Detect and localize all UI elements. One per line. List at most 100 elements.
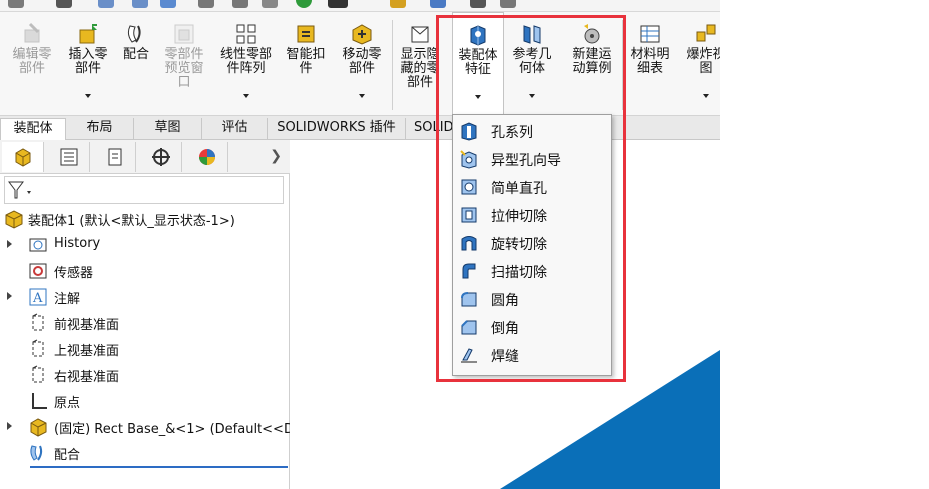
tree-item-annotations[interactable]: A 注解 [0,284,290,310]
panel-more-arrow[interactable]: ❯ [270,148,282,164]
menu-item-swept-cut[interactable]: 扫描切除 [453,257,611,285]
component-preview-icon [172,22,196,46]
exploded-view-button[interactable]: 爆炸视 图 [680,12,720,116]
ribbon-separator [622,20,623,110]
tree-item-mates[interactable]: 配合 [0,440,290,466]
reference-geometry-button[interactable]: 参考几 何体 [506,12,558,116]
feature-manager-panel: ❯ 装配体1 (默认<默认_显示状态-1>) History 传感器 A 注解 … [0,140,290,489]
chevron-down-icon[interactable] [529,94,535,98]
feature-manager-tabs: ❯ [0,140,290,174]
solidworks-window: 编辑零 部件 插入零 部件 配合 零部件 预览窗 口 线性零部 件阵列 智能扣 … [0,0,720,489]
feature-filter[interactable] [4,176,284,204]
linear-pattern-button[interactable]: 线性零部 件阵列 [214,12,278,116]
chevron-down-icon[interactable] [475,95,481,99]
property-manager-tab[interactable] [48,142,90,172]
quick-icon[interactable] [430,0,446,8]
chevron-down-icon[interactable] [359,94,365,98]
tab-evaluate[interactable]: 评估 [202,118,268,140]
fillet-icon [459,289,479,309]
tab-sketch[interactable]: 草图 [134,118,202,140]
feature-tree-tab[interactable] [2,142,44,172]
assembly-features-icon [466,23,490,47]
quick-icon[interactable] [470,0,486,8]
tree-item-right-plane[interactable]: 右视基准面 [0,362,290,388]
quick-icon[interactable] [262,0,278,8]
plane-icon [28,339,48,359]
menu-item-hole-series[interactable]: 孔系列 [453,117,611,145]
quick-icon[interactable] [98,0,114,8]
chevron-down-icon[interactable] [243,94,249,98]
quick-access-toolbar [0,0,720,12]
menu-item-revolved-cut[interactable]: 旋转切除 [453,229,611,257]
simple-hole-icon [459,177,479,197]
bill-of-materials-button[interactable]: 材料明 细表 [624,12,676,116]
tree-item-front-plane[interactable]: 前视基准面 [0,310,290,336]
menu-item-hole-wizard[interactable]: 异型孔向导 [453,145,611,173]
smart-fasteners-button[interactable]: 智能扣 件 [280,12,332,116]
mate-button[interactable]: 配合 [116,12,156,116]
tab-solidworks-more[interactable]: SOLID [406,118,454,140]
chevron-down-icon[interactable] [703,94,709,98]
mates-folder-icon [28,443,48,463]
assembly-features-dropdown: 孔系列 异型孔向导 简单直孔 拉伸切除 旋转切除 扫描切除 圆角 倒角 焊缝 [452,114,612,376]
tree-item-sensors[interactable]: 传感器 [0,258,290,284]
extruded-cut-icon [459,205,479,225]
move-component-button[interactable]: 移动零 部件 [334,12,390,116]
tree-item-origin[interactable]: 原点 [0,388,290,414]
edit-component-icon [20,22,44,46]
ribbon-separator [392,20,393,110]
new-motion-study-button[interactable]: 新建运 动算例 [564,12,620,116]
bill-of-materials-icon [638,22,662,46]
quick-icon[interactable] [160,0,176,8]
feature-tree-tab-icon [15,148,30,167]
quick-icon[interactable] [8,0,24,8]
command-manager-ribbon: 编辑零 部件 插入零 部件 配合 零部件 预览窗 口 线性零部 件阵列 智能扣 … [0,12,720,116]
menu-item-simple-hole[interactable]: 简单直孔 [453,173,611,201]
dimxpert-tab[interactable] [140,142,182,172]
origin-icon [28,391,48,411]
menu-item-extruded-cut[interactable]: 拉伸切除 [453,201,611,229]
show-hidden-icon [408,22,432,46]
configuration-manager-tab[interactable] [94,142,136,172]
quick-icon[interactable] [198,0,214,8]
display-manager-tab[interactable] [186,142,228,172]
tab-layout[interactable]: 布局 [66,118,134,140]
expand-arrow-icon[interactable] [7,240,12,248]
quick-icon[interactable] [232,0,248,8]
menu-item-weld-bead[interactable]: 焊缝 [453,341,611,369]
expand-arrow-icon[interactable] [7,292,12,300]
chevron-down-icon[interactable] [85,94,91,98]
assembly-features-button[interactable]: 装配体 特征 [452,12,504,116]
filter-icon [8,181,31,199]
quick-icon[interactable] [56,0,72,8]
tab-solidworks-addins[interactable]: SOLIDWORKS 插件 [268,118,406,140]
quick-icon[interactable] [328,0,348,8]
tree-item-top-plane[interactable]: 上视基准面 [0,336,290,362]
history-icon [28,235,48,255]
mate-icon [124,22,148,46]
menu-item-fillet[interactable]: 圆角 [453,285,611,313]
quick-icon[interactable] [132,0,148,8]
svg-text:A: A [32,291,43,306]
hole-series-icon [459,121,479,141]
quick-icon[interactable] [390,0,406,8]
show-hidden-components-button[interactable]: 显示隐 藏的零 部件 [394,12,446,116]
exploded-view-icon [694,22,718,46]
menu-item-chamfer[interactable]: 倒角 [453,313,611,341]
chamfer-icon [459,317,479,337]
tree-item-assembly[interactable]: 装配体1 (默认<默认_显示状态-1>) [0,206,290,232]
reference-geometry-icon [520,22,544,46]
sensor-icon [28,261,48,281]
tab-assembly[interactable]: 装配体 [0,118,66,140]
quick-icon[interactable] [296,0,312,8]
quick-icon[interactable] [500,0,516,8]
assembly-icon [4,209,24,229]
tree-item-rect-base[interactable]: (固定) Rect Base_&<1> (Default<<Defa [0,414,290,440]
expand-arrow-icon[interactable] [7,422,12,430]
component-preview-button[interactable]: 零部件 预览窗 口 [158,12,210,116]
insert-components-button[interactable]: 插入零 部件 [60,12,116,116]
move-component-icon [350,22,374,46]
revolved-cut-icon [459,233,479,253]
edit-component-button[interactable]: 编辑零 部件 [4,12,60,116]
tree-item-history[interactable]: History [0,232,290,258]
